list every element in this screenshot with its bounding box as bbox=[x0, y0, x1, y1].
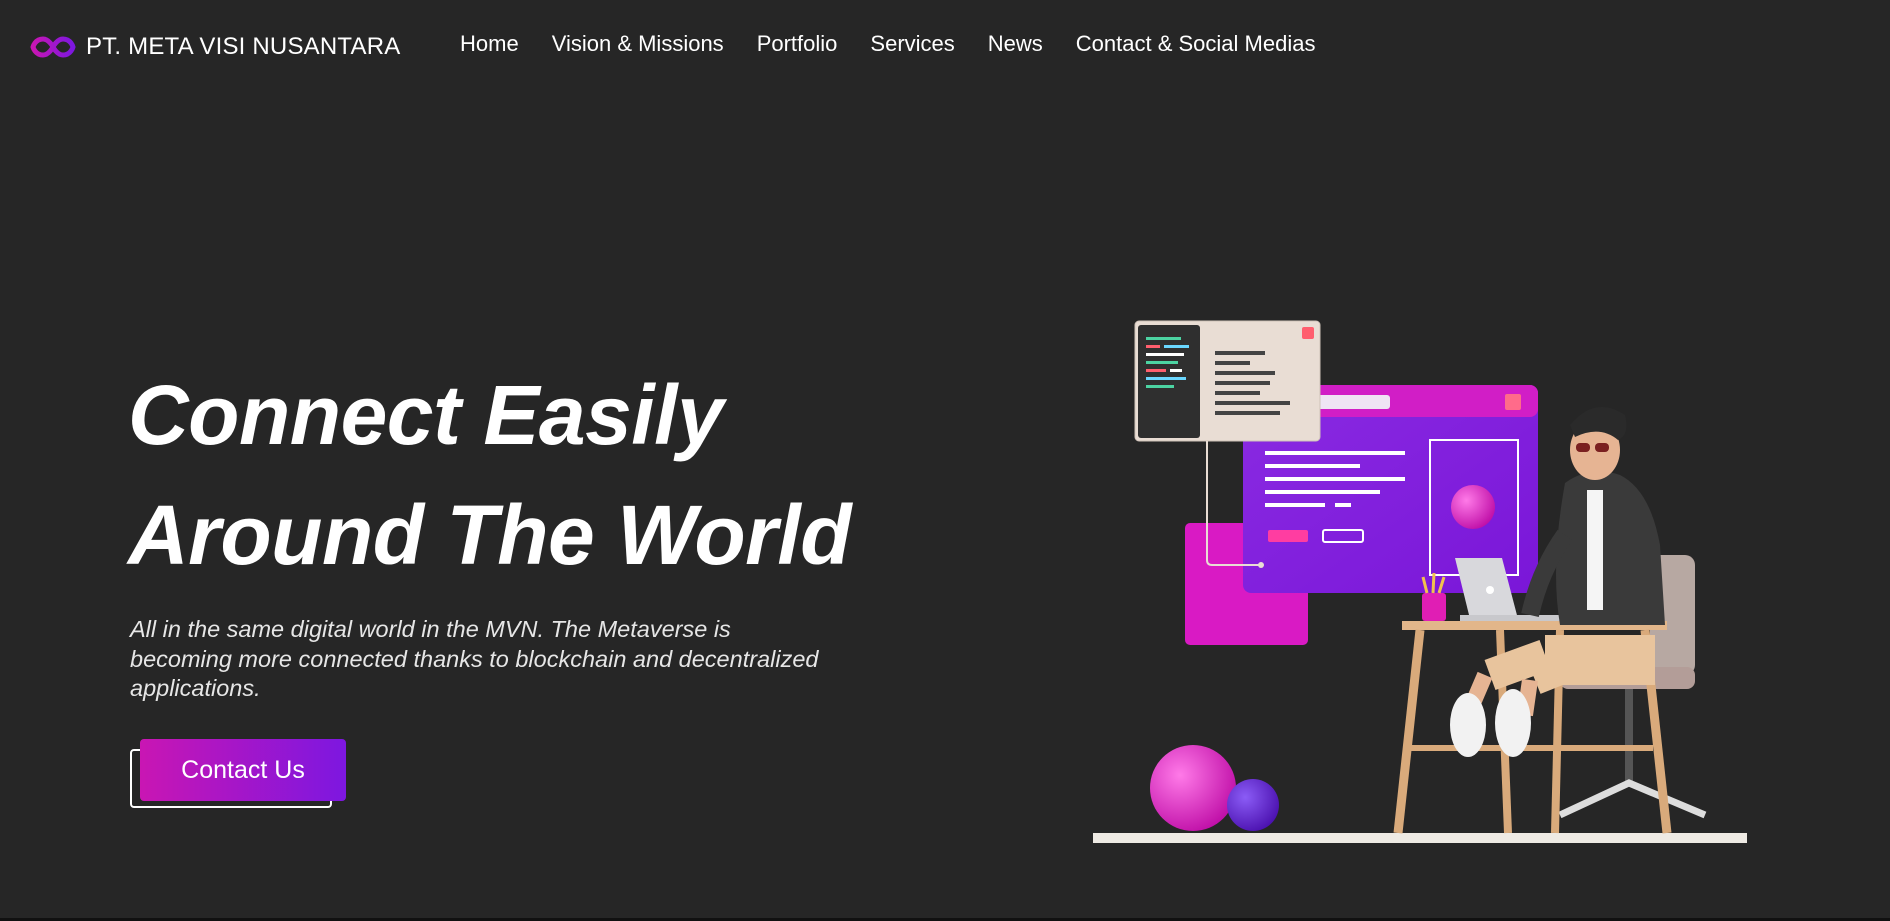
nav-item-contact-social[interactable]: Contact & Social Medias bbox=[1076, 31, 1316, 57]
magenta-sphere bbox=[1150, 745, 1236, 831]
hero-illustration bbox=[1093, 320, 1747, 843]
floor-shelf bbox=[1093, 833, 1747, 843]
top-navbar: PT. META VISI NUSANTARA Home Vision & Mi… bbox=[0, 0, 1890, 95]
infinity-logo-icon bbox=[30, 36, 76, 58]
brand-name: PT. META VISI NUSANTARA bbox=[86, 33, 401, 60]
hero-title-line-2: Around The World bbox=[128, 488, 852, 582]
brand-link[interactable]: PT. META VISI NUSANTARA bbox=[30, 33, 400, 61]
hero-title: Connect Easily Around The World bbox=[128, 355, 852, 595]
nav-item-vision-missions[interactable]: Vision & Missions bbox=[552, 31, 724, 57]
contact-us-button[interactable]: Contact Us bbox=[140, 739, 346, 801]
nav-item-services[interactable]: Services bbox=[870, 31, 954, 57]
hero-title-line-1: Connect Easily bbox=[128, 368, 724, 462]
nav-item-portfolio[interactable]: Portfolio bbox=[757, 31, 838, 57]
cta-container: Contact Us bbox=[130, 739, 346, 809]
purple-sphere bbox=[1227, 779, 1279, 831]
nav-item-news[interactable]: News bbox=[988, 31, 1043, 57]
hero-subtitle: All in the same digital world in the MVN… bbox=[130, 616, 819, 701]
main-menu: Home Vision & Missions Portfolio Service… bbox=[460, 31, 1348, 57]
nav-item-home[interactable]: Home bbox=[460, 31, 519, 57]
